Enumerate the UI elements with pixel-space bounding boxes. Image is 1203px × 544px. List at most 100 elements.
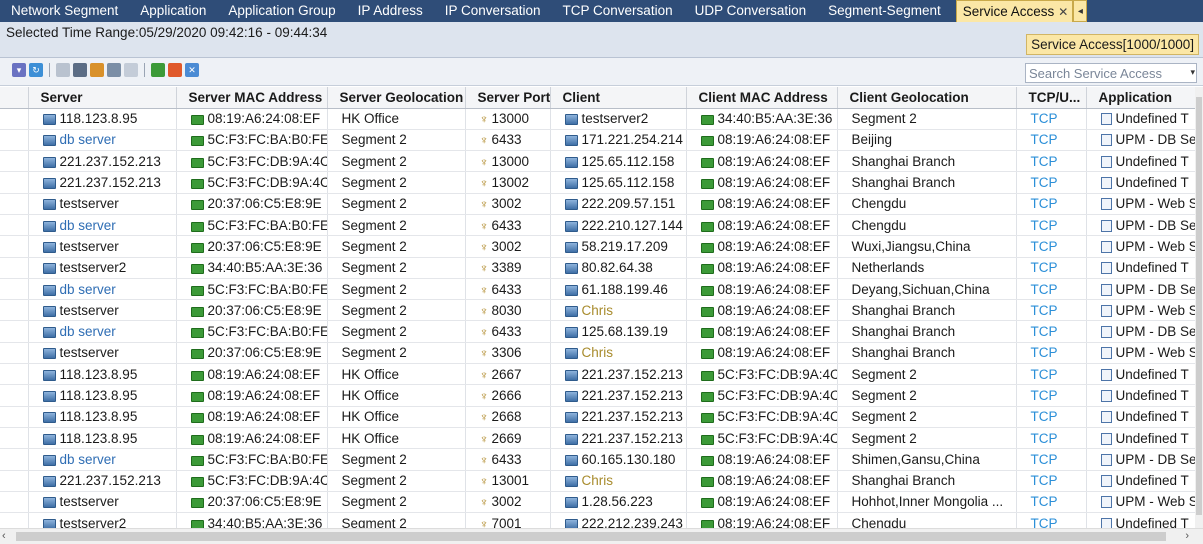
cell-server[interactable]: db server	[28, 320, 177, 343]
cell-client[interactable]: 221.237.152.213	[550, 427, 687, 450]
row-header[interactable]	[0, 363, 29, 386]
cell-server-geolocation[interactable]: HK Office	[327, 406, 466, 428]
row-header[interactable]	[0, 406, 29, 428]
column-header-server-port[interactable]: Server Port	[465, 87, 551, 109]
cell-client-geolocation[interactable]: Chengdu	[837, 512, 1017, 528]
cell-application[interactable]: UPM - DB Se	[1086, 448, 1203, 471]
cell-client-mac[interactable]: 08:19:A6:24:08:EF	[686, 448, 838, 471]
scroll-left-icon[interactable]: ‹	[2, 530, 6, 542]
cell-server-mac[interactable]: 08:19:A6:24:08:EF	[176, 406, 328, 428]
cell-server-port[interactable]: ♆ 7001	[465, 512, 551, 528]
tab-list-icon[interactable]: ◂	[1073, 0, 1088, 22]
cell-protocol[interactable]: TCP	[1016, 108, 1087, 130]
cell-client-geolocation[interactable]: Segment 2	[837, 427, 1017, 450]
cell-server[interactable]: 221.237.152.213	[28, 150, 177, 173]
table-row[interactable]: 221.237.152.213 5C:F3:FC:DB:9A:4C Segment …	[0, 150, 1203, 173]
table-row[interactable]: testserver2 34:40:B5:AA:3E:36 Segment 2 ♆ 33…	[0, 257, 1203, 279]
cell-application[interactable]: Undefined T	[1086, 384, 1203, 407]
cell-client-geolocation[interactable]: Shanghai Branch	[837, 171, 1017, 194]
vertical-scrollbar[interactable]	[1195, 87, 1203, 528]
cell-application[interactable]: Undefined T	[1086, 257, 1203, 279]
cell-server[interactable]: 118.123.8.95	[28, 406, 177, 428]
table-row[interactable]: testserver 20:37:06:C5:E8:9E Segment 2 ♆ 300…	[0, 491, 1203, 514]
table-row[interactable]: 221.237.152.213 5C:F3:FC:DB:9A:4C Segment …	[0, 470, 1203, 492]
tab-application[interactable]: Application	[129, 0, 217, 22]
cell-server-mac[interactable]: 5C:F3:FC:DB:9A:4C	[176, 470, 328, 492]
column-header-protocol[interactable]: TCP/U...	[1016, 87, 1087, 109]
table-row[interactable]: 118.123.8.95 08:19:A6:24:08:EF HK Office ♆ 2…	[0, 363, 1203, 386]
cell-client-mac[interactable]: 08:19:A6:24:08:EF	[686, 257, 838, 279]
cell-server[interactable]: testserver2	[28, 512, 177, 528]
cell-client-mac[interactable]: 34:40:B5:AA:3E:36	[686, 108, 838, 130]
table-row[interactable]: 221.237.152.213 5C:F3:FC:DB:9A:4C Segment …	[0, 171, 1203, 194]
cell-server-geolocation[interactable]: Segment 2	[327, 342, 466, 365]
cell-server[interactable]: 118.123.8.95	[28, 384, 177, 407]
cell-client[interactable]: 222.210.127.144	[550, 214, 687, 237]
cell-client[interactable]: Chris	[550, 299, 687, 322]
row-header[interactable]	[0, 512, 29, 528]
cell-protocol[interactable]: TCP	[1016, 171, 1087, 194]
cell-protocol[interactable]: TCP	[1016, 342, 1087, 365]
cell-client[interactable]: 222.209.57.151	[550, 193, 687, 215]
cell-protocol[interactable]: TCP	[1016, 427, 1087, 450]
cell-server-port[interactable]: ♆ 13000	[465, 150, 551, 173]
cell-server-mac[interactable]: 34:40:B5:AA:3E:36	[176, 512, 328, 528]
cell-server-port[interactable]: ♆ 3002	[465, 491, 551, 514]
cell-server-geolocation[interactable]: Segment 2	[327, 235, 466, 258]
refresh-icon[interactable]: ↻	[29, 63, 43, 77]
cell-protocol[interactable]: TCP	[1016, 363, 1087, 386]
cell-server-geolocation[interactable]: Segment 2	[327, 299, 466, 322]
cell-server-geolocation[interactable]: Segment 2	[327, 320, 466, 343]
cell-server[interactable]: testserver	[28, 299, 177, 322]
cell-server-port[interactable]: ♆ 2667	[465, 363, 551, 386]
table-row[interactable]: testserver2 34:40:B5:AA:3E:36 Segment 2 ♆ 70…	[0, 512, 1203, 528]
table-row[interactable]: testserver 20:37:06:C5:E8:9E Segment 2 ♆ 330…	[0, 342, 1203, 365]
cell-client-geolocation[interactable]: Shanghai Branch	[837, 299, 1017, 322]
row-header[interactable]	[0, 342, 29, 365]
tab-service-access[interactable]: Service Access ✕	[955, 0, 1074, 22]
column-header-server[interactable]: Server	[28, 87, 177, 109]
cell-server-mac[interactable]: 08:19:A6:24:08:EF	[176, 427, 328, 450]
tab-network-segment[interactable]: Network Segment	[0, 0, 129, 22]
cell-protocol[interactable]: TCP	[1016, 448, 1087, 471]
cell-protocol[interactable]: TCP	[1016, 512, 1087, 528]
cell-application[interactable]: UPM - Web S	[1086, 299, 1203, 322]
cell-client-mac[interactable]: 08:19:A6:24:08:EF	[686, 491, 838, 514]
column-header-client[interactable]: Client	[550, 87, 687, 109]
cell-server[interactable]: testserver	[28, 342, 177, 365]
cell-server-port[interactable]: ♆ 2666	[465, 384, 551, 407]
cell-client-mac[interactable]: 08:19:A6:24:08:EF	[686, 129, 838, 152]
cell-server-port[interactable]: ♆ 2668	[465, 406, 551, 428]
cell-server-mac[interactable]: 20:37:06:C5:E8:9E	[176, 235, 328, 258]
cell-client-geolocation[interactable]: Chengdu	[837, 193, 1017, 215]
cell-server-mac[interactable]: 5C:F3:FC:BA:B0:FE	[176, 320, 328, 343]
cell-client-geolocation[interactable]: Wuxi,Jiangsu,China	[837, 235, 1017, 258]
cell-client[interactable]: 171.221.254.214	[550, 129, 687, 152]
cell-server-mac[interactable]: 08:19:A6:24:08:EF	[176, 363, 328, 386]
row-header[interactable]	[0, 257, 29, 279]
cell-server-geolocation[interactable]: Segment 2	[327, 171, 466, 194]
cell-protocol[interactable]: TCP	[1016, 470, 1087, 492]
tab-tcp-conversation[interactable]: TCP Conversation	[552, 0, 684, 22]
cell-server-mac[interactable]: 5C:F3:FC:BA:B0:FE	[176, 214, 328, 237]
cell-server-geolocation[interactable]: Segment 2	[327, 214, 466, 237]
cell-client-geolocation[interactable]: Segment 2	[837, 384, 1017, 407]
cell-server-mac[interactable]: 20:37:06:C5:E8:9E	[176, 299, 328, 322]
cell-application[interactable]: Undefined T	[1086, 512, 1203, 528]
cell-server-geolocation[interactable]: Segment 2	[327, 150, 466, 173]
cell-server-port[interactable]: ♆ 3002	[465, 235, 551, 258]
cell-client-mac[interactable]: 5C:F3:FC:DB:9A:4C	[686, 406, 838, 428]
cell-client-mac[interactable]: 08:19:A6:24:08:EF	[686, 342, 838, 365]
cell-client-geolocation[interactable]: Hohhot,Inner Mongolia ...	[837, 491, 1017, 514]
cell-server[interactable]: testserver	[28, 235, 177, 258]
row-header[interactable]	[0, 384, 29, 407]
cell-server-port[interactable]: ♆ 3389	[465, 257, 551, 279]
cell-protocol[interactable]: TCP	[1016, 193, 1087, 215]
cell-client-geolocation[interactable]: Shanghai Branch	[837, 342, 1017, 365]
row-header[interactable]	[0, 150, 29, 173]
row-header[interactable]	[0, 448, 29, 471]
vertical-scroll-thumb[interactable]	[1196, 97, 1202, 515]
filter-icon[interactable]: ▾	[12, 63, 26, 77]
cell-server[interactable]: 118.123.8.95	[28, 108, 177, 130]
cell-protocol[interactable]: TCP	[1016, 129, 1087, 152]
